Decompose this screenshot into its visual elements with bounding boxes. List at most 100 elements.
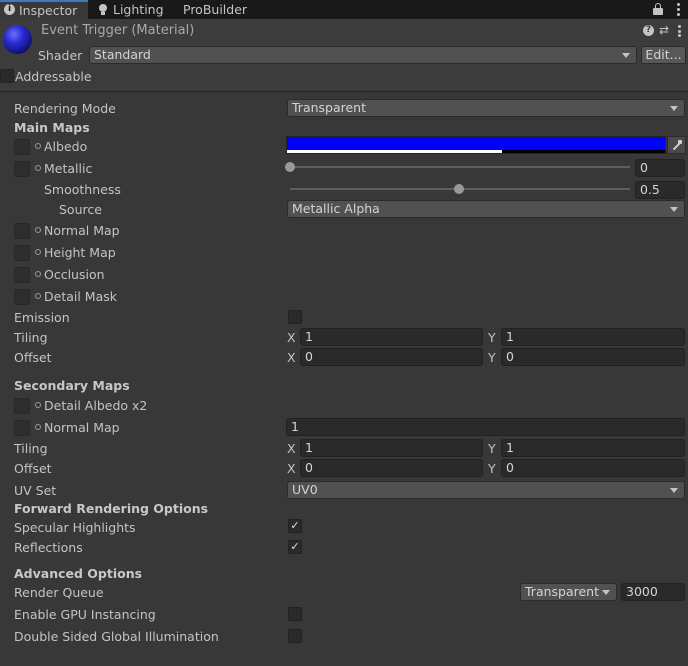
- rendering-mode-label: Rendering Mode: [14, 101, 116, 116]
- secondary-offset-y-field[interactable]: 0: [501, 459, 685, 477]
- albedo-color-field[interactable]: [286, 136, 666, 154]
- detail-albedo-label: Detail Albedo x2: [44, 398, 148, 413]
- chevron-down-icon: [622, 53, 630, 58]
- detail-albedo-picker-icon[interactable]: [35, 402, 41, 408]
- tiling-x-label: X: [287, 330, 296, 345]
- rendering-mode-value: Transparent: [292, 100, 367, 115]
- addressable-checkbox[interactable]: [0, 69, 14, 83]
- height-map-texture-slot[interactable]: [14, 245, 30, 261]
- normal-map-texture-slot[interactable]: [14, 223, 30, 239]
- occlusion-label: Occlusion: [44, 267, 105, 282]
- edit-shader-button[interactable]: Edit...: [641, 46, 686, 64]
- gpu-instancing-label: Enable GPU Instancing: [14, 607, 156, 622]
- secondary-normal-map-label: Normal Map: [44, 420, 120, 435]
- tiling-y-label: Y: [488, 330, 496, 345]
- info-icon: i: [4, 4, 15, 15]
- emission-label: Emission: [14, 310, 70, 325]
- occlusion-picker-icon[interactable]: [35, 271, 41, 277]
- secondary-tiling-y-label: Y: [488, 441, 496, 456]
- detail-mask-label: Detail Mask: [44, 289, 117, 304]
- tab-inspector[interactable]: i Inspector: [0, 0, 88, 19]
- metallic-value-field[interactable]: 0: [635, 159, 685, 177]
- smoothness-slider-knob[interactable]: [454, 184, 464, 194]
- render-queue-label: Render Queue: [14, 585, 104, 600]
- secondary-tiling-x-field[interactable]: 1: [300, 439, 483, 457]
- shader-value: Standard: [94, 47, 151, 62]
- material-preview-sphere: [3, 25, 32, 54]
- metallic-texture-slot[interactable]: [14, 161, 30, 177]
- occlusion-texture-slot[interactable]: [14, 267, 30, 283]
- material-title: Event Trigger (Material): [41, 23, 195, 38]
- offset-y-field[interactable]: 0: [501, 348, 685, 366]
- secondary-offset-x-field[interactable]: 0: [300, 459, 483, 477]
- specular-highlights-checkbox[interactable]: ✓: [288, 519, 302, 533]
- metallic-slider-track[interactable]: [290, 166, 630, 168]
- secondary-normal-scale-field[interactable]: 1: [286, 418, 685, 436]
- lightbulb-icon: [99, 4, 107, 12]
- metallic-picker-icon[interactable]: [35, 165, 41, 171]
- uv-set-dropdown[interactable]: UV0: [287, 481, 685, 499]
- more-menu-icon[interactable]: [677, 3, 681, 16]
- secondary-tiling-y-field[interactable]: 1: [501, 439, 685, 457]
- secondary-tiling-label: Tiling: [14, 441, 48, 456]
- normal-map-picker-icon[interactable]: [35, 227, 41, 233]
- lock-icon[interactable]: [653, 3, 663, 15]
- emission-checkbox[interactable]: [288, 310, 302, 324]
- render-queue-value-field[interactable]: 3000: [621, 583, 685, 601]
- tab-label: Inspector: [19, 3, 78, 18]
- double-sided-gi-checkbox[interactable]: [288, 629, 302, 643]
- eyedropper-icon[interactable]: [667, 136, 686, 154]
- advanced-options-heading: Advanced Options: [14, 566, 143, 581]
- tiling-label: Tiling: [14, 330, 48, 345]
- metallic-slider-knob[interactable]: [285, 162, 295, 172]
- source-dropdown[interactable]: Metallic Alpha: [287, 200, 685, 218]
- tab-bar: i Inspector Lighting ProBuilder: [0, 0, 688, 19]
- preset-icon[interactable]: ⇄: [659, 24, 669, 37]
- source-value: Metallic Alpha: [292, 201, 380, 216]
- header-icons: ? ⇄: [643, 24, 685, 38]
- metallic-label: Metallic: [44, 161, 93, 176]
- smoothness-value-field[interactable]: 0.5: [635, 181, 685, 199]
- chevron-down-icon: [670, 106, 678, 111]
- render-queue-dropdown[interactable]: Transparent: [520, 583, 617, 601]
- height-map-picker-icon[interactable]: [35, 249, 41, 255]
- uv-set-value: UV0: [292, 482, 318, 497]
- forward-rendering-heading: Forward Rendering Options: [14, 501, 209, 516]
- main-maps-heading: Main Maps: [14, 120, 90, 135]
- rendering-mode-dropdown[interactable]: Transparent: [287, 99, 685, 117]
- specular-highlights-label: Specular Highlights: [14, 520, 136, 535]
- shader-label: Shader: [38, 48, 83, 63]
- gpu-instancing-checkbox[interactable]: [288, 607, 302, 621]
- secondary-normal-map-picker-icon[interactable]: [35, 424, 41, 430]
- tab-label: Lighting: [113, 2, 164, 17]
- help-icon[interactable]: ?: [643, 25, 654, 36]
- tab-lighting[interactable]: Lighting: [97, 0, 175, 19]
- albedo-texture-slot[interactable]: [14, 139, 30, 155]
- secondary-offset-label: Offset: [14, 461, 52, 476]
- context-menu-icon[interactable]: [678, 25, 681, 37]
- albedo-picker-icon[interactable]: [35, 143, 41, 149]
- source-label: Source: [59, 202, 102, 217]
- offset-x-field[interactable]: 0: [300, 348, 483, 366]
- offset-y-label: Y: [488, 350, 496, 365]
- detail-mask-texture-slot[interactable]: [14, 289, 30, 305]
- secondary-normal-map-texture-slot[interactable]: [14, 420, 30, 436]
- secondary-maps-heading: Secondary Maps: [14, 378, 130, 393]
- checkmark-icon: ✓: [290, 540, 300, 553]
- tiling-y-field[interactable]: 1: [501, 328, 685, 346]
- tiling-x-field[interactable]: 1: [300, 328, 483, 346]
- height-map-label: Height Map: [44, 245, 116, 260]
- albedo-alpha-bar: [287, 150, 503, 153]
- uv-set-label: UV Set: [14, 483, 57, 498]
- render-queue-mode: Transparent: [525, 584, 600, 599]
- chevron-down-icon: [602, 590, 610, 595]
- detail-albedo-texture-slot[interactable]: [14, 398, 30, 414]
- detail-mask-picker-icon[interactable]: [35, 293, 41, 299]
- offset-label: Offset: [14, 350, 52, 365]
- tab-label: ProBuilder: [183, 2, 248, 17]
- double-sided-gi-label: Double Sided Global Illumination: [14, 629, 219, 644]
- shader-dropdown[interactable]: Standard: [89, 46, 637, 64]
- reflections-checkbox[interactable]: ✓: [288, 540, 302, 554]
- albedo-color-swatch: [287, 137, 665, 150]
- tab-probuilder[interactable]: ProBuilder: [183, 0, 263, 19]
